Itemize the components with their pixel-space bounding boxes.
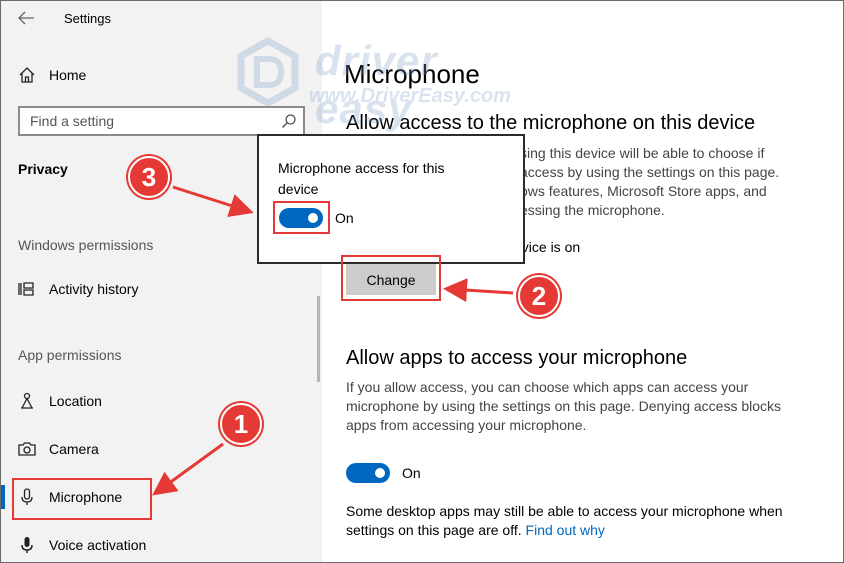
sidebar-item-label: Activity history bbox=[49, 281, 139, 297]
apps-access-toggle-label: On bbox=[402, 465, 421, 481]
sidebar-item-label: Voice activation bbox=[49, 537, 147, 553]
windows-permissions-header: Windows permissions bbox=[18, 237, 154, 253]
camera-icon bbox=[18, 442, 36, 456]
sidebar-scrollbar[interactable] bbox=[317, 296, 320, 382]
section-title: Privacy bbox=[18, 161, 68, 177]
window-title: Settings bbox=[64, 11, 111, 26]
popup-toggle-label: On bbox=[335, 210, 354, 226]
popup-microphone-toggle[interactable] bbox=[279, 208, 323, 228]
sidebar-item-home[interactable]: Home bbox=[1, 55, 322, 95]
sidebar-item-label: Home bbox=[49, 67, 87, 83]
apps-access-toggle[interactable] bbox=[346, 463, 390, 483]
sidebar-item-location[interactable]: Location bbox=[1, 381, 322, 421]
sidebar-item-voice-activation[interactable]: Voice activation bbox=[1, 525, 322, 562]
desktop-apps-note: Some desktop apps may still be able to a… bbox=[346, 502, 806, 540]
search-input[interactable] bbox=[20, 108, 270, 134]
sidebar-item-label: Camera bbox=[49, 441, 99, 457]
sidebar-item-camera[interactable]: Camera bbox=[1, 429, 322, 469]
home-icon bbox=[19, 67, 35, 83]
search-box bbox=[18, 106, 305, 136]
microphone-access-popup: Microphone access for this device On bbox=[257, 134, 525, 264]
page-title: Microphone bbox=[344, 59, 480, 89]
popup-title: Microphone access for this device bbox=[278, 160, 445, 197]
activity-history-icon bbox=[18, 282, 34, 296]
search-icon[interactable] bbox=[281, 113, 297, 129]
step-2-badge: 2 bbox=[518, 275, 560, 317]
change-button-highlight bbox=[341, 255, 441, 301]
back-arrow-icon[interactable] bbox=[17, 10, 35, 26]
voice-activation-icon bbox=[21, 537, 33, 553]
sidebar-item-activity-history[interactable]: Activity history bbox=[1, 269, 322, 309]
find-out-why-link[interactable]: Find out why bbox=[526, 522, 605, 538]
sidebar-item-label: Location bbox=[49, 393, 102, 409]
app-permissions-header: App permissions bbox=[18, 347, 122, 363]
apps-access-heading: Allow apps to access your microphone bbox=[346, 347, 688, 369]
step-3-badge: 3 bbox=[128, 156, 170, 198]
microphone-item-highlight bbox=[12, 478, 152, 520]
apps-access-description: If you allow access, you can choose whic… bbox=[346, 379, 782, 433]
settings-window: Settings Home Privacy Windows permission… bbox=[0, 0, 844, 563]
popup-toggle-highlight bbox=[273, 201, 330, 234]
toggle-knob bbox=[375, 468, 385, 478]
device-access-heading: Allow access to the microphone on this d… bbox=[346, 112, 756, 134]
location-icon bbox=[21, 392, 33, 409]
step-1-badge: 1 bbox=[220, 403, 262, 445]
toggle-knob bbox=[308, 213, 318, 223]
